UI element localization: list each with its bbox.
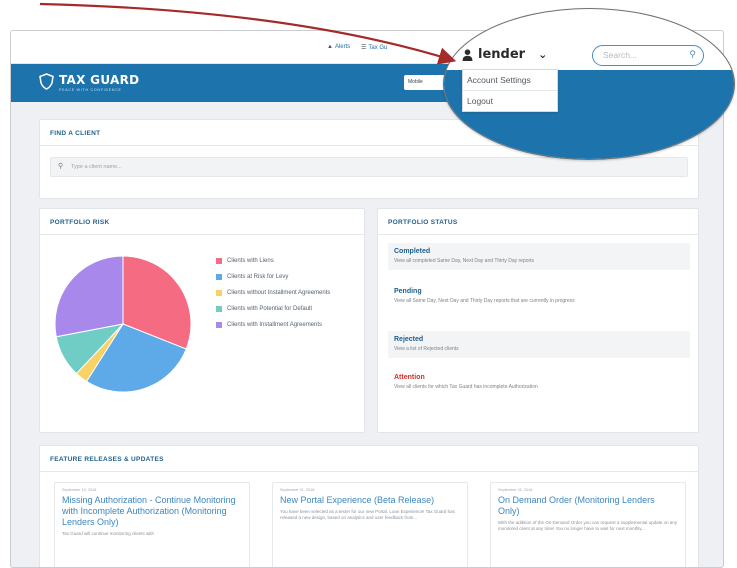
divider	[378, 234, 698, 235]
legend-item: Clients without Installment Agreements	[216, 289, 358, 297]
client-search-placeholder: Type a client name...	[71, 164, 122, 170]
menu-item-account-settings[interactable]: Account Settings	[463, 70, 557, 91]
legend-item: Clients with Potential for Default	[216, 305, 358, 313]
portfolio-risk-pie-chart	[54, 255, 192, 393]
magnifier-callout: Tax Guard lender ⌄ Search... ⚲ Account S…	[443, 8, 735, 160]
legend-item: Clients at Risk for Levy	[216, 273, 358, 281]
status-heading: Rejected	[394, 336, 424, 343]
status-rejected[interactable]: Rejected View a list of Rejected clients	[388, 331, 690, 358]
legend-swatch	[216, 322, 222, 328]
status-description: View a list of Rejected clients	[394, 346, 459, 352]
client-search-input[interactable]: ⚲ Type a client name...	[50, 157, 688, 177]
status-description: View all clients for which Tax Guard has…	[394, 384, 538, 390]
search-icon: ⚲	[58, 163, 64, 170]
menu-item-logout[interactable]: Logout	[463, 91, 557, 111]
pie-legend: Clients with Liens Clients at Risk for Le…	[216, 257, 358, 337]
legend-label: Clients at Risk for Levy	[227, 274, 289, 280]
tax-guard-link[interactable]: ☰ Tax Gu	[361, 44, 388, 52]
status-heading: Attention	[394, 374, 425, 381]
release-title[interactable]: New Portal Experience (Beta Release)	[280, 495, 460, 506]
username-label: lender	[478, 47, 526, 62]
legend-label: Clients without Installment Agreements	[227, 290, 331, 296]
status-completed[interactable]: Completed View all completed Same Day, N…	[388, 243, 690, 270]
shield-icon	[39, 73, 54, 90]
user-menu-toggle[interactable]: lender ⌄	[462, 47, 547, 62]
portfolio-status-card: PORTFOLIO STATUS Completed View all comp…	[377, 208, 699, 433]
menu-icon: ☰	[361, 45, 367, 51]
feature-releases-card: FEATURE RELEASES & UPDATES September 10,…	[39, 445, 699, 567]
brand-name: TAX GUARD	[59, 73, 140, 87]
tax-guard-label: Tax Gu	[368, 44, 388, 51]
legend-swatch	[216, 290, 222, 296]
status-heading: Completed	[394, 248, 431, 255]
release-body: Tax Guard will continue monitoring clien…	[62, 531, 155, 536]
find-client-title: FIND A CLIENT	[50, 130, 101, 137]
release-card[interactable]: September 01, 2018 New Portal Experience…	[272, 482, 468, 567]
screenshot-stage: ▲ Alerts ☰ Tax Gu TAX GUARD PEACE WITH C…	[0, 0, 737, 568]
release-date: September 01, 2018	[498, 488, 533, 492]
tax-guard-logo[interactable]: TAX GUARD PEACE WITH CONFIDENCE	[39, 73, 139, 92]
release-card[interactable]: September 10, 2018 Missing Authorization…	[54, 482, 250, 567]
legend-item: Clients with Liens	[216, 257, 358, 265]
legend-label: Clients with Potential for Default	[227, 306, 313, 312]
divider	[40, 471, 698, 472]
header-search-input[interactable]: Search... ⚲	[592, 45, 704, 66]
portfolio-risk-title: PORTFOLIO RISK	[50, 219, 110, 226]
release-date: September 01, 2018	[280, 488, 315, 492]
chevron-down-icon: ⌄	[538, 48, 548, 61]
status-description: View all Same Day, Next Day and Thirty D…	[394, 298, 575, 304]
header-search-placeholder: Search...	[603, 50, 638, 60]
legend-swatch	[216, 306, 222, 312]
pie-slice-clients-with-installment-agreements[interactable]	[54, 255, 124, 338]
release-card[interactable]: September 01, 2018 On Demand Order (Moni…	[490, 482, 686, 567]
brand-tagline: PEACE WITH CONFIDENCE	[59, 88, 122, 92]
status-description: View all completed Same Day, Next Day an…	[394, 258, 535, 264]
status-pending[interactable]: Pending View all Same Day, Next Day and …	[388, 283, 690, 310]
legend-label: Clients with Liens	[227, 258, 274, 264]
search-icon[interactable]: ⚲	[689, 49, 696, 60]
alerts-link[interactable]: ▲ Alerts	[327, 44, 350, 50]
status-heading: Pending	[394, 288, 422, 295]
release-body: With the addition of the On Demand Order…	[498, 520, 678, 531]
alerts-label: Alerts	[334, 44, 351, 50]
legend-label: Clients with Installment Agreements	[227, 322, 323, 328]
alert-icon: ▲	[327, 44, 333, 50]
portfolio-risk-card: PORTFOLIO RISK Clients with Liens Clients…	[39, 208, 365, 433]
portfolio-status-title: PORTFOLIO STATUS	[388, 219, 458, 226]
status-attention[interactable]: Attention View all clients for which Tax…	[388, 369, 690, 396]
user-icon	[462, 48, 473, 61]
release-title[interactable]: On Demand Order (Monitoring Lenders Only…	[498, 495, 678, 517]
release-body: You have been selected as a tester for o…	[280, 509, 455, 520]
magnified-top-link: Tax Guard	[446, 21, 474, 27]
legend-swatch	[216, 274, 222, 280]
release-title[interactable]: Missing Authorization - Continue Monitor…	[62, 495, 242, 528]
legend-swatch	[216, 258, 222, 264]
user-dropdown-menu: Account Settings Logout	[462, 69, 558, 112]
divider	[40, 234, 364, 235]
feature-releases-title: FEATURE RELEASES & UPDATES	[50, 456, 164, 463]
legend-item: Clients with Installment Agreements	[216, 321, 358, 329]
release-date: September 10, 2018	[62, 488, 97, 492]
